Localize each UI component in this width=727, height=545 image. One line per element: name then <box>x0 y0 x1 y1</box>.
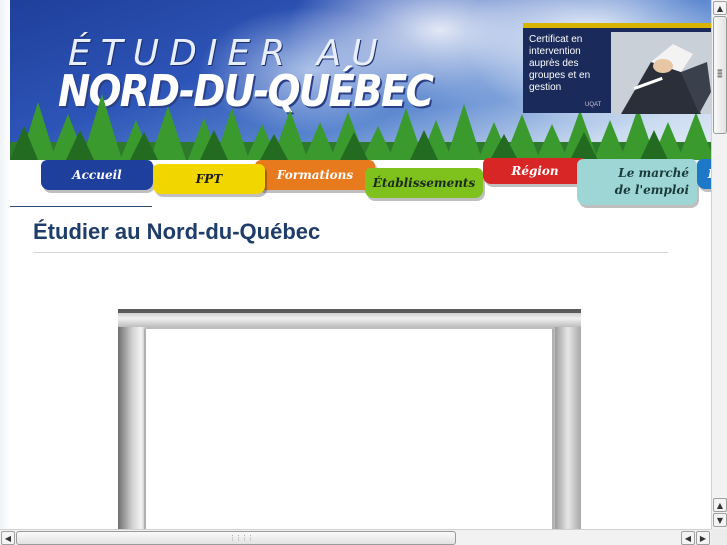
nav-tab-label: Établissements <box>372 176 476 190</box>
title-underline <box>33 252 668 253</box>
nav-tab-region[interactable]: Région <box>483 158 587 184</box>
horizontal-scrollbar[interactable]: ◀ ⋮⋮⋮⋮ ◀ ▶ <box>0 529 711 545</box>
arrow-up-icon[interactable]: ▲ <box>713 1 727 15</box>
arrow-left-icon[interactable]: ◀ <box>1 531 15 545</box>
browser-viewport: ÉTUDIER AU NORD-DU-QUÉBEC Certificat en … <box>0 0 711 529</box>
arrow-down-icon[interactable]: ▼ <box>713 513 727 527</box>
arrow-left-icon[interactable]: ◀ <box>681 531 695 545</box>
site-banner: ÉTUDIER AU NORD-DU-QUÉBEC Certificat en … <box>10 0 711 160</box>
main-navigation: Accueil Formations FPT Établissements Ré… <box>10 156 711 208</box>
vertical-scrollbar[interactable]: ▲ ▬ ▬ ▬ ▲ ▼ <box>711 0 727 529</box>
arrow-right-icon[interactable]: ▶ <box>696 531 710 545</box>
arrow-up-icon[interactable]: ▲ <box>713 498 727 512</box>
media-frame <box>118 309 581 529</box>
nav-tab-label: Le marché de l'emploi <box>614 166 689 197</box>
advertisement-banner[interactable]: Certificat en intervention auprès des gr… <box>523 23 711 114</box>
nav-tab-label: FPT <box>195 172 223 186</box>
frame-top-bevel <box>118 313 581 327</box>
nav-tab-label: Formations <box>276 168 354 182</box>
handshake-photo-icon <box>611 32 711 114</box>
header-divider <box>10 206 152 207</box>
grip-icon: ▬ ▬ ▬ <box>717 67 723 80</box>
nav-tab-fpt[interactable]: FPT <box>153 164 265 194</box>
horizontal-scroll-thumb[interactable]: ⋮⋮⋮⋮ <box>16 531 456 545</box>
grip-icon: ⋮⋮⋮⋮ <box>229 534 254 542</box>
ad-logo-text: UQAT <box>585 102 602 108</box>
nav-tab-label: Région <box>511 164 559 178</box>
nav-tab-accueil[interactable]: Accueil <box>41 160 153 190</box>
vertical-scroll-thumb[interactable]: ▬ ▬ ▬ <box>713 16 727 134</box>
frame-content-area <box>144 329 554 529</box>
left-edge-decoration <box>0 0 10 529</box>
nav-tab-formations[interactable]: Formations <box>255 160 375 190</box>
page-title: Étudier au Nord-du-Québec <box>33 219 321 244</box>
nav-tab-more[interactable]: F <box>697 159 711 189</box>
frame-right-bevel <box>555 327 581 529</box>
ad-photo <box>611 32 711 114</box>
nav-tab-label: Accueil <box>72 168 122 182</box>
scrollbar-corner <box>711 529 727 545</box>
ad-text: Certificat en intervention auprès des gr… <box>529 34 591 93</box>
nav-tab-marche-emploi[interactable]: Le marché de l'emploi <box>577 159 697 205</box>
nav-tab-etablissements[interactable]: Établissements <box>365 168 483 198</box>
